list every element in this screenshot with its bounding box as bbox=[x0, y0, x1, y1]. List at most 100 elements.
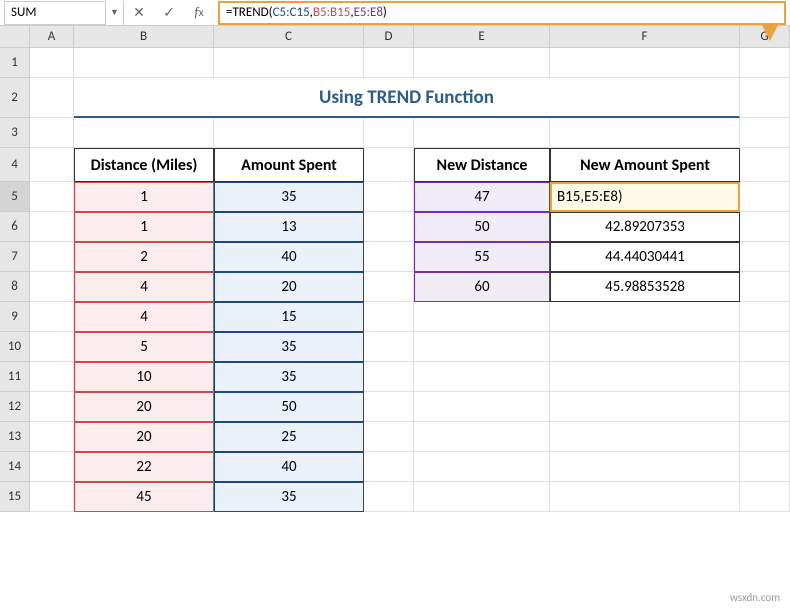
table-cell[interactable]: 4 bbox=[74, 272, 214, 302]
row-header[interactable]: 5 bbox=[0, 182, 30, 212]
cell[interactable] bbox=[30, 362, 74, 392]
title-cell[interactable]: Using TREND Function bbox=[74, 78, 740, 118]
cell[interactable] bbox=[740, 242, 790, 272]
table-cell[interactable]: 25 bbox=[214, 422, 364, 452]
cell[interactable] bbox=[30, 242, 74, 272]
row-header[interactable]: 13 bbox=[0, 422, 30, 452]
row-header[interactable]: 15 bbox=[0, 482, 30, 512]
cell[interactable] bbox=[214, 118, 364, 148]
cell[interactable] bbox=[364, 148, 414, 182]
row-header[interactable]: 11 bbox=[0, 362, 30, 392]
cell[interactable] bbox=[364, 332, 414, 362]
cell[interactable] bbox=[550, 422, 740, 452]
table-cell[interactable]: 13 bbox=[214, 212, 364, 242]
row-header[interactable]: 3 bbox=[0, 118, 30, 148]
row-header[interactable]: 2 bbox=[0, 78, 30, 118]
cell[interactable] bbox=[364, 118, 414, 148]
header-amount[interactable]: Amount Spent bbox=[214, 148, 364, 182]
cell[interactable] bbox=[30, 272, 74, 302]
row-header[interactable]: 8 bbox=[0, 272, 30, 302]
cell[interactable] bbox=[740, 482, 790, 512]
cell[interactable] bbox=[364, 452, 414, 482]
table-cell[interactable]: 4 bbox=[74, 302, 214, 332]
row-header[interactable]: 10 bbox=[0, 332, 30, 362]
header-new-amount[interactable]: New Amount Spent bbox=[550, 148, 740, 182]
cell[interactable] bbox=[550, 332, 740, 362]
cell[interactable] bbox=[414, 392, 550, 422]
cell[interactable] bbox=[74, 118, 214, 148]
table-cell[interactable]: 2 bbox=[74, 242, 214, 272]
table-cell[interactable]: 35 bbox=[214, 332, 364, 362]
cell[interactable] bbox=[550, 362, 740, 392]
table-cell[interactable]: 45.98853528 bbox=[550, 272, 740, 302]
cell[interactable] bbox=[550, 392, 740, 422]
table-cell[interactable]: 20 bbox=[74, 392, 214, 422]
col-header-C[interactable]: C bbox=[214, 26, 364, 47]
cell[interactable] bbox=[364, 272, 414, 302]
table-cell[interactable]: 35 bbox=[214, 362, 364, 392]
cell[interactable] bbox=[550, 118, 740, 148]
cell[interactable] bbox=[30, 148, 74, 182]
row-header[interactable]: 1 bbox=[0, 48, 30, 78]
col-header-F[interactable]: F bbox=[550, 26, 740, 47]
select-all-corner[interactable] bbox=[0, 26, 30, 47]
table-cell[interactable]: 40 bbox=[214, 242, 364, 272]
cell[interactable] bbox=[364, 302, 414, 332]
cell[interactable] bbox=[30, 78, 74, 118]
cell[interactable] bbox=[364, 392, 414, 422]
cell[interactable] bbox=[740, 212, 790, 242]
cell[interactable] bbox=[550, 482, 740, 512]
cell[interactable] bbox=[414, 362, 550, 392]
table-cell[interactable]: 35 bbox=[214, 182, 364, 212]
table-cell[interactable]: 22 bbox=[74, 452, 214, 482]
cell[interactable] bbox=[30, 182, 74, 212]
col-header-D[interactable]: D bbox=[364, 26, 414, 47]
cell[interactable] bbox=[414, 302, 550, 332]
table-cell[interactable]: 47 bbox=[414, 182, 550, 212]
cell[interactable] bbox=[74, 48, 214, 78]
cell[interactable] bbox=[414, 422, 550, 452]
cell[interactable] bbox=[740, 302, 790, 332]
cell[interactable] bbox=[414, 118, 550, 148]
cancel-icon[interactable]: ✕ bbox=[124, 1, 154, 25]
cell[interactable] bbox=[740, 182, 790, 212]
table-cell[interactable]: 35 bbox=[214, 482, 364, 512]
cell[interactable] bbox=[30, 332, 74, 362]
cell[interactable] bbox=[414, 48, 550, 78]
row-header[interactable]: 14 bbox=[0, 452, 30, 482]
cell[interactable] bbox=[550, 48, 740, 78]
cell[interactable] bbox=[364, 362, 414, 392]
cell[interactable] bbox=[364, 48, 414, 78]
col-header-A[interactable]: A bbox=[30, 26, 74, 47]
cell[interactable] bbox=[30, 212, 74, 242]
cell[interactable] bbox=[364, 482, 414, 512]
cell[interactable] bbox=[414, 482, 550, 512]
cell[interactable] bbox=[740, 78, 790, 118]
cell[interactable] bbox=[30, 392, 74, 422]
cell[interactable] bbox=[740, 392, 790, 422]
cell[interactable] bbox=[740, 332, 790, 362]
table-cell[interactable]: 40 bbox=[214, 452, 364, 482]
table-cell[interactable]: 55 bbox=[414, 242, 550, 272]
col-header-E[interactable]: E bbox=[414, 26, 550, 47]
table-cell[interactable]: 10 bbox=[74, 362, 214, 392]
table-cell[interactable]: 50 bbox=[214, 392, 364, 422]
table-cell[interactable]: 50 bbox=[414, 212, 550, 242]
name-box-dropdown-icon[interactable]: ▼ bbox=[106, 1, 124, 25]
cell[interactable] bbox=[740, 272, 790, 302]
header-new-distance[interactable]: New Distance bbox=[414, 148, 550, 182]
cell[interactable] bbox=[364, 422, 414, 452]
fx-icon[interactable]: fx bbox=[184, 1, 214, 25]
cell[interactable] bbox=[364, 242, 414, 272]
formula-input[interactable]: =TREND(C5:C15,B5:B15,E5:E8) bbox=[218, 1, 786, 25]
row-header[interactable]: 7 bbox=[0, 242, 30, 272]
table-cell[interactable]: 5 bbox=[74, 332, 214, 362]
table-cell[interactable]: 42.89207353 bbox=[550, 212, 740, 242]
table-cell[interactable]: 60 bbox=[414, 272, 550, 302]
cell[interactable] bbox=[550, 302, 740, 332]
table-cell[interactable]: 45 bbox=[74, 482, 214, 512]
cell[interactable] bbox=[214, 48, 364, 78]
cell[interactable] bbox=[414, 332, 550, 362]
cell[interactable] bbox=[30, 48, 74, 78]
row-header[interactable]: 9 bbox=[0, 302, 30, 332]
